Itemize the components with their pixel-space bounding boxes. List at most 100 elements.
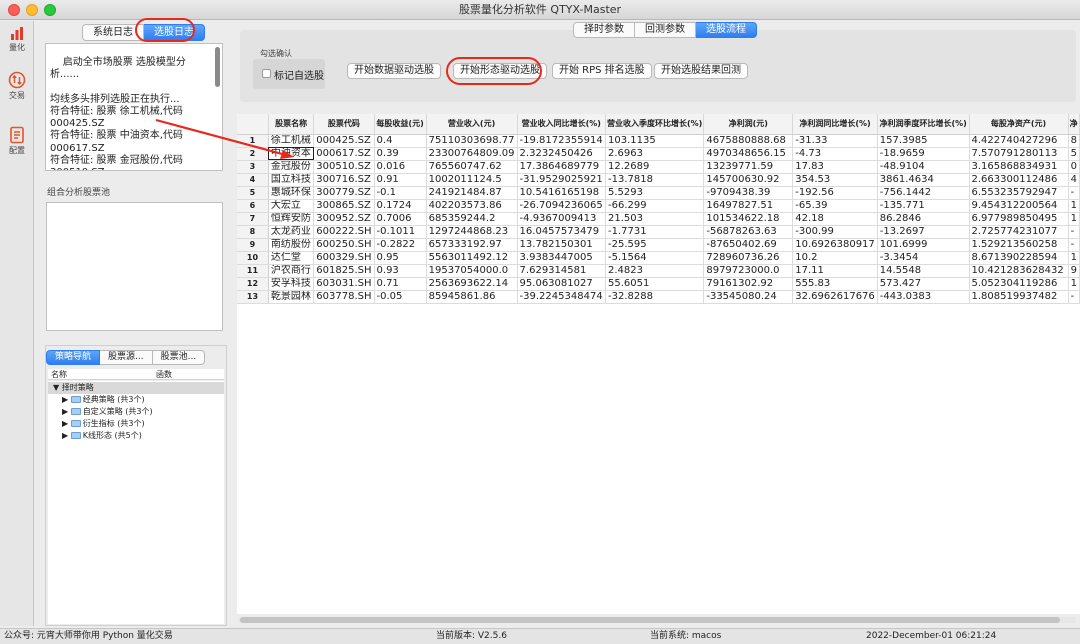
column-header[interactable]: 营业收入同比增长(%) (517, 114, 607, 135)
table-row[interactable]: 4 国立科技 300716.SZ 0.91 1002011124.5 -31.952902… (237, 173, 1080, 187)
table-cell[interactable]: 14.5548 (877, 264, 970, 278)
table-cell[interactable]: 79161302.92 (703, 277, 794, 291)
table-cell[interactable]: -87650402.69 (703, 238, 794, 252)
table-cell[interactable]: -300.99 (792, 225, 878, 239)
table-cell[interactable]: 0.1724 (374, 199, 427, 213)
table-cell[interactable]: 603778.SH (313, 290, 375, 304)
table-row[interactable]: 1 徐工机械 000425.SZ 0.4 75110303698.77 -19.81723… (237, 134, 1080, 148)
table-row[interactable]: 9 南纺股份 600250.SH -0.2822 657333192.97 13.7821… (237, 238, 1080, 252)
mark-favorite-checkbox[interactable] (262, 69, 271, 78)
tree-root-timing[interactable]: ▼ 择时策略 (48, 382, 224, 394)
table-cell[interactable]: 达仁堂 (268, 251, 315, 265)
table-cell[interactable]: 1002011124.5 (426, 173, 518, 187)
table-cell[interactable]: 603031.SH (313, 277, 375, 291)
table-cell[interactable]: 765560747.62 (426, 160, 518, 174)
column-header[interactable]: 营业收入(元) (426, 114, 518, 135)
table-cell[interactable]: 145700630.92 (703, 173, 794, 187)
table-cell[interactable]: 3.9383447005 (517, 251, 607, 265)
table-cell[interactable]: -192.56 (792, 186, 878, 200)
table-cell[interactable]: -1.7731 (605, 225, 705, 239)
table-row[interactable]: 7 恒辉安防 300952.SZ 0.7006 685359244.2 -4.936700… (237, 212, 1080, 226)
column-header[interactable]: 净利润季度环比增长(%) (877, 114, 970, 135)
table-row[interactable]: 11 沪农商行 601825.SH 0.93 19537054000.0 7.629314… (237, 264, 1080, 278)
table-cell[interactable]: 95.063081027 (517, 277, 607, 291)
table-cell[interactable]: - (1068, 186, 1080, 200)
table-cell[interactable]: -0.1 (374, 186, 427, 200)
column-header[interactable]: 净 (1068, 114, 1080, 135)
table-cell[interactable]: 2.3232450426 (517, 147, 607, 161)
table-cell[interactable]: 恒辉安防 (268, 212, 315, 226)
table-cell[interactable]: 12.2689 (605, 160, 705, 174)
table-cell[interactable]: -32.8288 (605, 290, 705, 304)
table-cell[interactable]: 3861.4634 (877, 173, 970, 187)
tree-item-derived[interactable]: ▶ 衍生指标 (共3个) (62, 418, 145, 430)
table-cell[interactable]: 沪农商行 (268, 264, 315, 278)
table-cell[interactable]: -31.9529025921 (517, 173, 607, 187)
log-scrollbar[interactable] (215, 47, 220, 87)
table-row[interactable]: 2 中油资本 000617.SZ 0.39 23300764809.09 2.323245… (237, 147, 1080, 161)
table-cell[interactable]: 3.165868834931 (969, 160, 1069, 174)
zoom-window-button[interactable] (44, 4, 56, 16)
table-cell[interactable]: 300716.SZ (313, 173, 375, 187)
table-cell[interactable]: 4970348656.15 (703, 147, 794, 161)
table-cell[interactable]: 0.95 (374, 251, 427, 265)
table-cell[interactable]: 4.422740427296 (969, 134, 1069, 148)
table-cell[interactable]: 300952.SZ (313, 212, 375, 226)
table-cell[interactable]: 728960736.26 (703, 251, 794, 265)
table-cell[interactable]: 6.977989850495 (969, 212, 1069, 226)
table-cell[interactable]: -25.595 (605, 238, 705, 252)
table-cell[interactable]: 6.553235792947 (969, 186, 1069, 200)
table-cell[interactable]: 19537054000.0 (426, 264, 518, 278)
table-cell[interactable]: 大宏立 (268, 199, 315, 213)
table-row[interactable]: 13 乾景园林 603778.SH -0.05 85945861.86 -39.22453… (237, 290, 1080, 304)
table-cell[interactable]: - (1068, 238, 1080, 252)
table-cell[interactable]: 8.671390228594 (969, 251, 1069, 265)
table-cell[interactable]: 7.629314581 (517, 264, 607, 278)
table-cell[interactable]: 乾景园林 (268, 290, 315, 304)
table-cell[interactable]: 86.2846 (877, 212, 970, 226)
table-cell[interactable]: -756.1442 (877, 186, 970, 200)
column-header[interactable]: 股票代码 (313, 114, 375, 135)
table-cell[interactable]: -5.1564 (605, 251, 705, 265)
table-cell[interactable]: 16497827.51 (703, 199, 794, 213)
table-cell[interactable]: 555.83 (792, 277, 878, 291)
table-cell[interactable]: 16.0457573479 (517, 225, 607, 239)
table-cell[interactable]: -9709438.39 (703, 186, 794, 200)
collapse-triangle-icon[interactable]: ▼ (53, 383, 59, 392)
tree-item-classic[interactable]: ▶ 经典策略 (共3个) (62, 394, 145, 406)
table-cell[interactable]: 75110303698.77 (426, 134, 518, 148)
table-cell[interactable]: 10.6926380917 (792, 238, 878, 252)
table-cell[interactable]: -3.3454 (877, 251, 970, 265)
table-cell[interactable]: 5.5293 (605, 186, 705, 200)
table-cell[interactable]: 300865.SZ (313, 199, 375, 213)
table-cell[interactable]: 55.6051 (605, 277, 705, 291)
table-cell[interactable]: 2563693622.14 (426, 277, 518, 291)
table-cell[interactable]: 5 (1068, 147, 1080, 161)
scrollbar-thumb[interactable] (240, 617, 1060, 623)
table-cell[interactable]: 0.93 (374, 264, 427, 278)
table-cell[interactable]: 21.503 (605, 212, 705, 226)
table-cell[interactable]: -443.0383 (877, 290, 970, 304)
table-cell[interactable]: 42.18 (792, 212, 878, 226)
table-cell[interactable]: 000425.SZ (313, 134, 375, 148)
table-cell[interactable]: 600250.SH (313, 238, 375, 252)
table-cell[interactable]: 1 (1068, 212, 1080, 226)
column-header[interactable]: 股票名称 (268, 114, 315, 135)
table-row[interactable]: 3 金冠股份 300510.SZ 0.016 765560747.62 17.386468… (237, 160, 1080, 174)
table-cell[interactable]: 10.5416165198 (517, 186, 607, 200)
table-cell[interactable]: 103.1135 (605, 134, 705, 148)
table-cell[interactable]: -65.39 (792, 199, 878, 213)
tab-strategy-nav[interactable]: 策略导航 (46, 350, 101, 365)
select-result-backtest-button[interactable]: 开始选股结果回测 (654, 63, 748, 79)
table-cell[interactable]: 0.91 (374, 173, 427, 187)
table-cell[interactable]: 8 (1068, 134, 1080, 148)
table-cell[interactable]: 17.3864689779 (517, 160, 607, 174)
table-cell[interactable]: 657333192.97 (426, 238, 518, 252)
tab-timing-params[interactable]: 择时参数 (573, 22, 635, 38)
expand-triangle-icon[interactable]: ▶ (62, 407, 68, 416)
tree-item-custom[interactable]: ▶ 自定义策略 (共3个) (62, 406, 153, 418)
table-cell[interactable]: -31.33 (792, 134, 878, 148)
table-cell[interactable]: 573.427 (877, 277, 970, 291)
table-cell[interactable]: 安孚科技 (268, 277, 315, 291)
table-cell[interactable]: 2.6963 (605, 147, 705, 161)
